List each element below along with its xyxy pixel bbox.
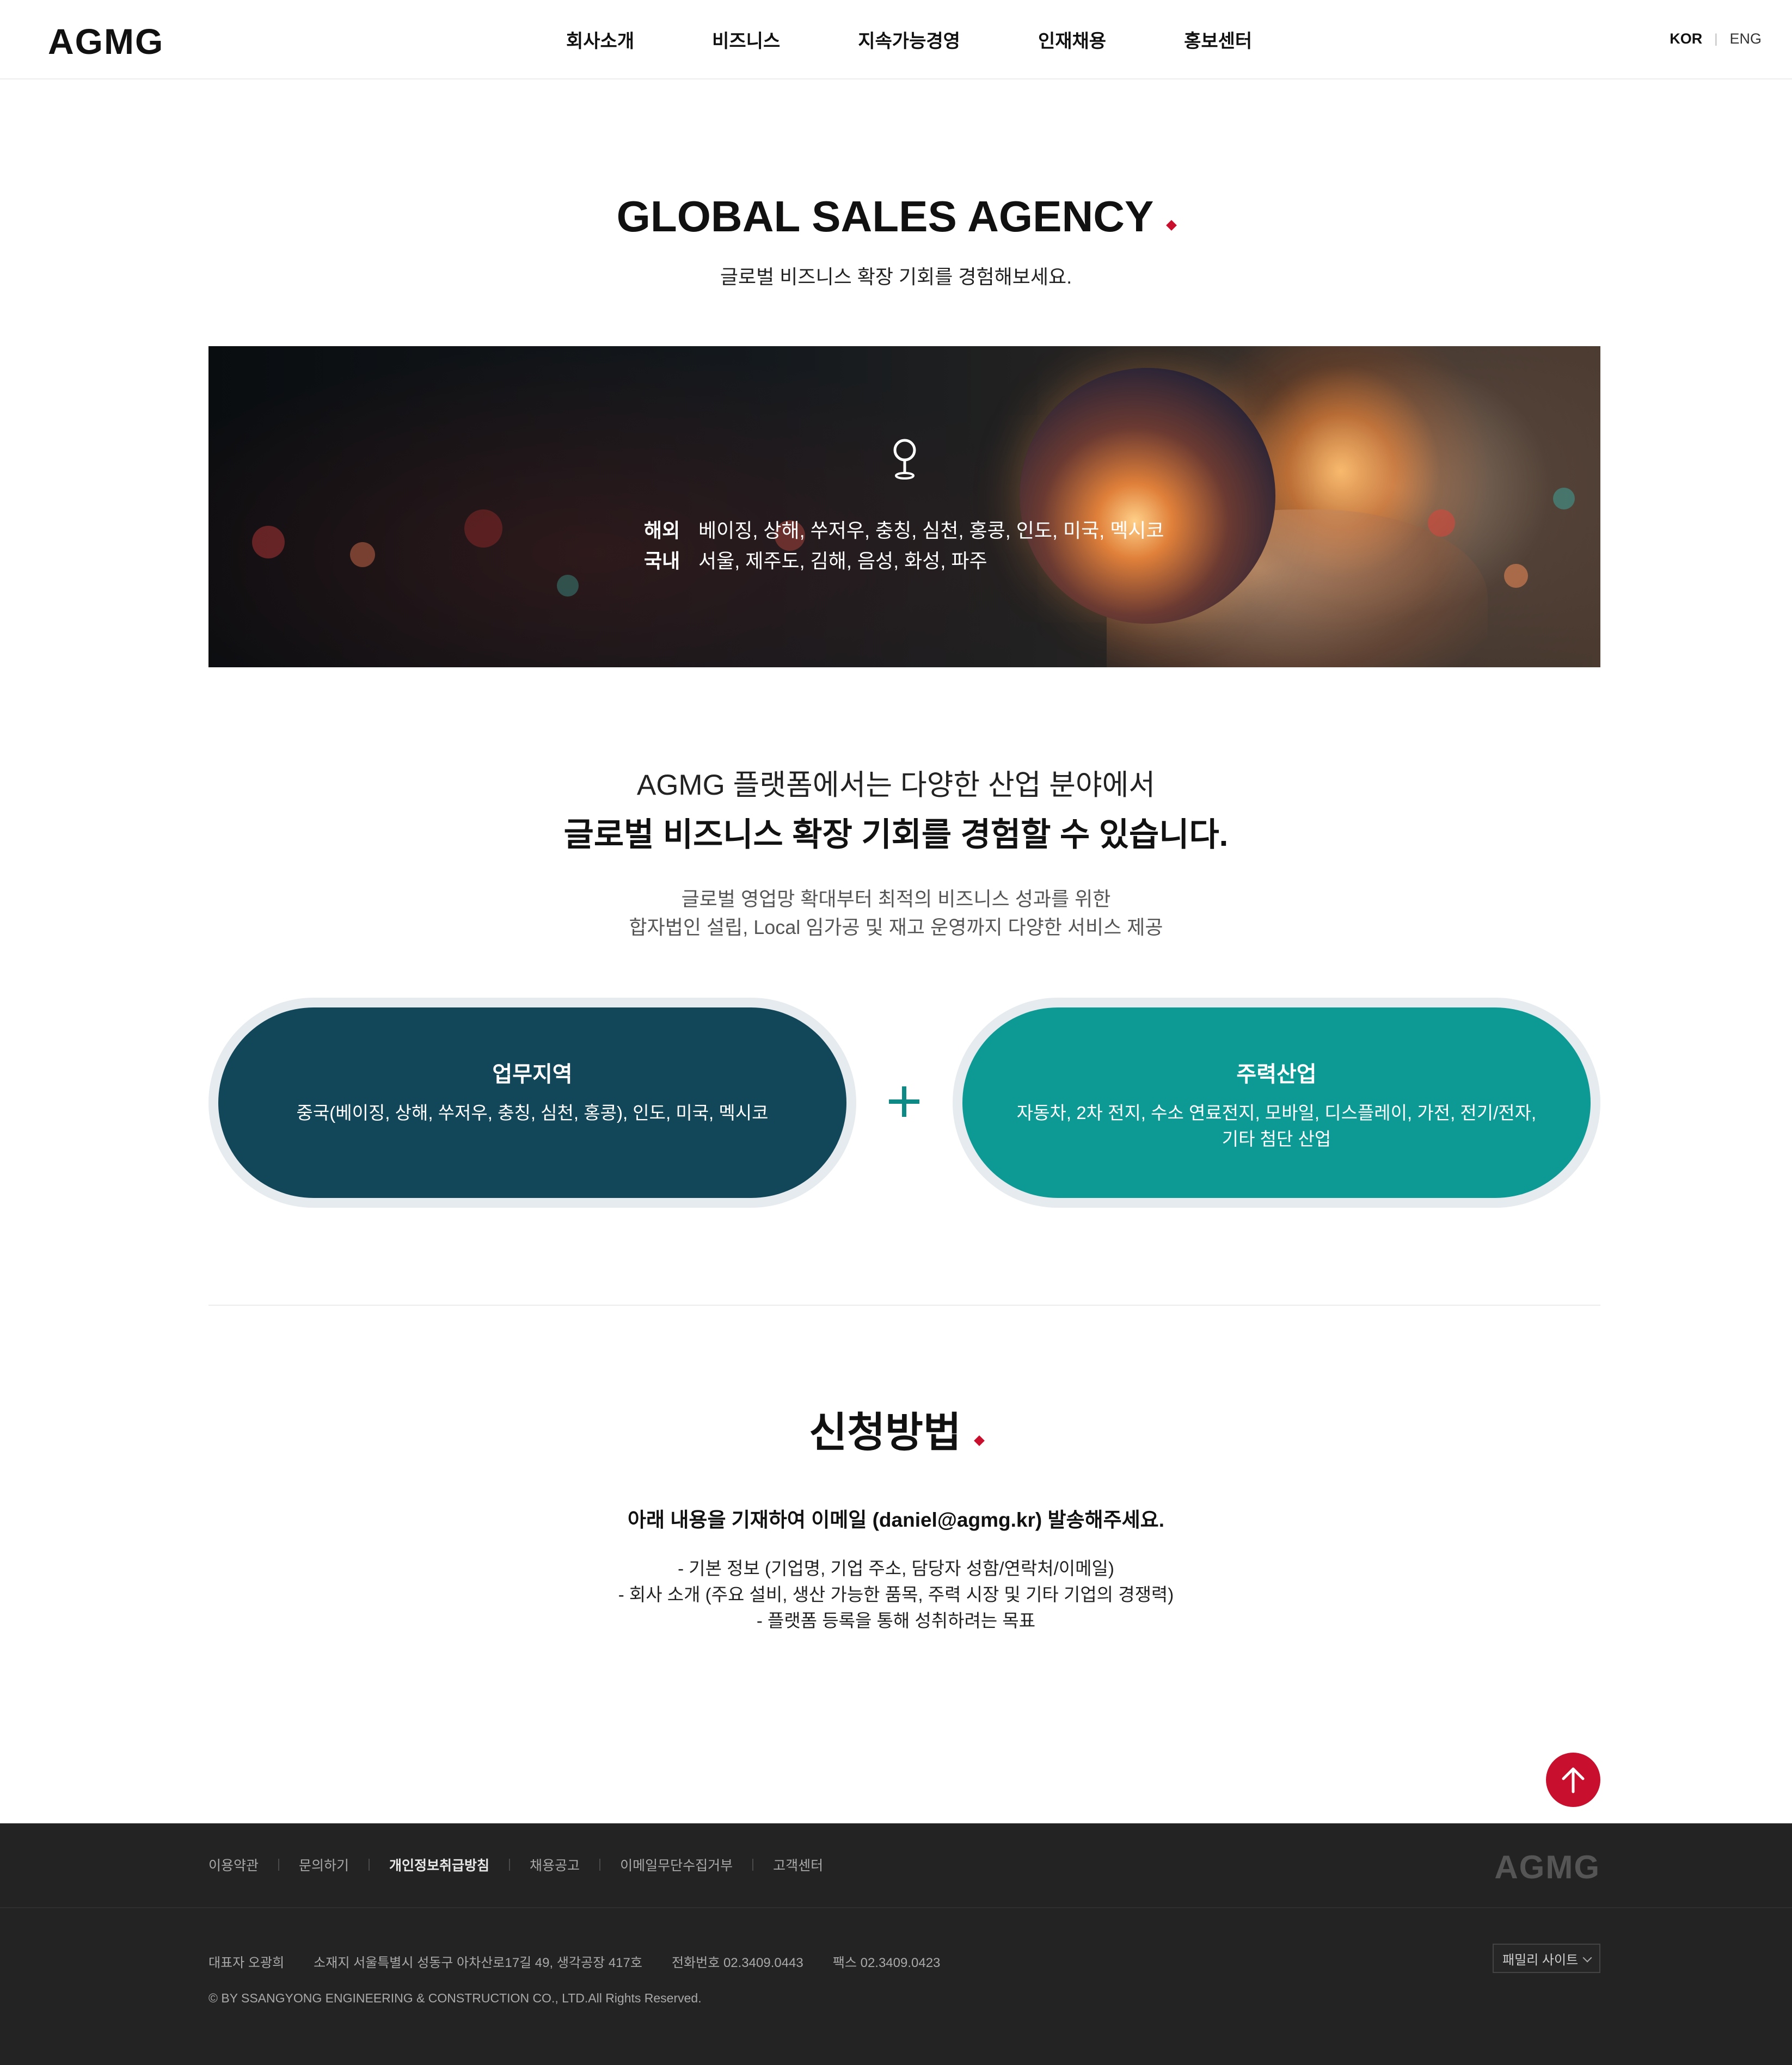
main-industry-card: 주력산업 자동차, 2차 전지, 수소 연료전지, 모바일, 디스플레이, 가전… (953, 998, 1600, 1208)
footer-link-terms[interactable]: 이용약관 (208, 1855, 259, 1875)
overseas-value: 베이징, 상해, 쑤저우, 충칭, 심천, 홍콩, 인도, 미국, 멕시코 (698, 519, 1164, 542)
business-area-card: 업무지역 중국(베이징, 상해, 쑤저우, 충칭, 심천, 홍콩), 인도, 미… (208, 998, 856, 1208)
bokeh-light (1553, 488, 1575, 509)
company-phone: 전화번호 02.3409.0443 (671, 1956, 803, 1970)
section-divider (208, 1305, 1600, 1306)
domestic-value: 서울, 제주도, 김해, 음성, 화성, 파주 (698, 550, 987, 572)
intro-description-line: 글로벌 영업망 확대부터 최적의 비즈니스 성과를 위한 (681, 888, 1111, 910)
banner-globe-image (1020, 368, 1275, 624)
apply-title-text: 신청방법 (809, 1410, 961, 1456)
site-footer: 이용약관 문의하기 개인정보취급방침 채용공고 이메일무단수집거부 고객센터 A… (0, 1823, 1792, 2065)
intro-description-line: 합자법인 설립, Local 임가공 및 재고 운영까지 다양한 서비스 제공 (629, 916, 1163, 938)
lang-kor[interactable]: KOR (1670, 30, 1702, 47)
footer-divider (369, 1859, 370, 1871)
footer-link-email-refusal[interactable]: 이메일무단수집거부 (620, 1855, 733, 1875)
overseas-row: 해외 베이징, 상해, 쑤저우, 충칭, 심천, 홍콩, 인도, 미국, 멕시코 (644, 515, 1164, 543)
region-banner: 해외 베이징, 상해, 쑤저우, 충칭, 심천, 홍콩, 인도, 미국, 멕시코 … (208, 346, 1600, 667)
overseas-label: 해외 (644, 519, 680, 542)
main-industry-text-line: 자동차, 2차 전지, 수소 연료전지, 모바일, 디스플레이, 가전, 전기/… (1016, 1103, 1537, 1123)
company-address: 소재지 서울특별시 성동구 아차산로17길 49, 생각공장 417호 (314, 1956, 642, 1970)
main-industry-pill: 주력산업 자동차, 2차 전지, 수소 연료전지, 모바일, 디스플레이, 가전… (962, 1007, 1591, 1198)
list-item: - 기본 정보 (기업명, 기업 주소, 담당자 성함/연락처/이메일) (678, 1558, 1114, 1578)
intro-description: 글로벌 영업망 확대부터 최적의 비즈니스 성과를 위한 합자법인 설립, Lo… (0, 885, 1792, 942)
business-area-title: 업무지역 (492, 1062, 573, 1086)
page-subtitle: 글로벌 비즈니스 확장 기회를 경험해보세요. (720, 266, 1072, 288)
footer-links: 이용약관 문의하기 개인정보취급방침 채용공고 이메일무단수집거부 고객센터 (208, 1855, 823, 1875)
title-accent-dot (1166, 220, 1177, 231)
bokeh-light (252, 526, 285, 558)
site-header: AGMG 회사소개 비즈니스 지속가능경영 인재채용 홍보센터 KOR | EN… (0, 0, 1792, 79)
nav-item-company[interactable]: 회사소개 (566, 26, 634, 53)
business-area-pill: 업무지역 중국(베이징, 상해, 쑤저우, 충칭, 심천, 홍콩), 인도, 미… (218, 1007, 846, 1198)
lang-separator: | (1714, 31, 1718, 46)
family-site-label: 패밀리 사이트 (1502, 1952, 1579, 1968)
footer-link-inquiry[interactable]: 문의하기 (299, 1855, 349, 1875)
plus-icon (889, 1086, 919, 1117)
bokeh-light (464, 509, 502, 548)
main-industry-title: 주력산업 (1236, 1062, 1317, 1086)
bokeh-light (1428, 509, 1455, 537)
nav-item-sustainability[interactable]: 지속가능경영 (858, 26, 960, 53)
scroll-top-button[interactable] (1546, 1753, 1600, 1807)
bokeh-light (557, 575, 579, 597)
copyright: © BY SSANGYONG ENGINEERING & CONSTRUCTIO… (208, 1991, 702, 2005)
chevron-down-icon (1582, 1953, 1592, 1963)
main-industry-text-line: 기타 첨단 산업 (1222, 1129, 1331, 1149)
footer-top: 이용약관 문의하기 개인정보취급방침 채용공고 이메일무단수집거부 고객센터 A… (0, 1823, 1792, 1908)
family-site-select[interactable]: 패밀리 사이트 (1493, 1944, 1600, 1973)
nav-item-business[interactable]: 비즈니스 (712, 26, 780, 53)
page-title-text: GLOBAL SALES AGENCY (616, 192, 1154, 241)
main-nav: 회사소개 비즈니스 지속가능경영 인재채용 홍보센터 (566, 26, 1330, 53)
language-switcher: KOR | ENG (1670, 30, 1762, 47)
footer-link-jobs[interactable]: 채용공고 (530, 1855, 580, 1875)
list-item: - 회사 소개 (주요 설비, 생산 가능한 품목, 주력 시장 및 기타 기업… (618, 1584, 1174, 1605)
apply-lead: 아래 내용을 기재하여 이메일 (daniel@agmg.kr) 발송해주세요. (628, 1509, 1164, 1531)
intro-line-1: AGMG 플랫폼에서는 다양한 산업 분야에서 (636, 769, 1156, 801)
page-title: GLOBAL SALES AGENCY (0, 192, 1792, 242)
footer-divider (509, 1859, 511, 1871)
company-info: 대표자 오광희 소재지 서울특별시 성동구 아차산로17길 49, 생각공장 4… (208, 1952, 969, 1971)
nav-item-pr-center[interactable]: 홍보센터 (1184, 26, 1252, 53)
footer-link-privacy[interactable]: 개인정보취급방침 (389, 1855, 489, 1875)
title-accent-dot (973, 1435, 985, 1446)
bokeh-light (350, 542, 375, 567)
footer-divider (752, 1859, 754, 1871)
main-industry-text: 자동차, 2차 전지, 수소 연료전지, 모바일, 디스플레이, 가전, 전기/… (1006, 1100, 1547, 1152)
list-item: - 플랫폼 등록을 통해 성취하려는 목표 (756, 1611, 1036, 1631)
company-ceo: 대표자 오광희 (208, 1956, 285, 1970)
apply-requirements: - 기본 정보 (기업명, 기업 주소, 담당자 성함/연락처/이메일) - 회… (0, 1556, 1792, 1634)
domestic-label: 국내 (644, 550, 680, 572)
footer-divider (599, 1859, 601, 1871)
lang-eng[interactable]: ENG (1729, 30, 1762, 47)
business-area-text: 중국(베이징, 상해, 쑤저우, 충칭, 심천, 홍콩), 인도, 미국, 멕시… (296, 1103, 769, 1123)
footer-link-customer-center[interactable]: 고객센터 (773, 1855, 823, 1875)
map-pin-icon (893, 439, 916, 480)
bokeh-light (1504, 564, 1528, 588)
footer-divider (278, 1859, 280, 1871)
nav-item-careers[interactable]: 인재채용 (1038, 26, 1106, 53)
company-fax: 팩스 02.3409.0423 (832, 1956, 941, 1970)
domestic-row: 국내 서울, 제주도, 김해, 음성, 화성, 파주 (644, 545, 987, 574)
site-logo[interactable]: AGMG (48, 21, 164, 62)
arrow-up-icon (1562, 1767, 1585, 1793)
footer-logo: AGMG (1494, 1849, 1600, 1885)
apply-title: 신청방법 (0, 1399, 1792, 1459)
intro-line-2: 글로벌 비즈니스 확장 기회를 경험할 수 있습니다. (563, 816, 1229, 853)
